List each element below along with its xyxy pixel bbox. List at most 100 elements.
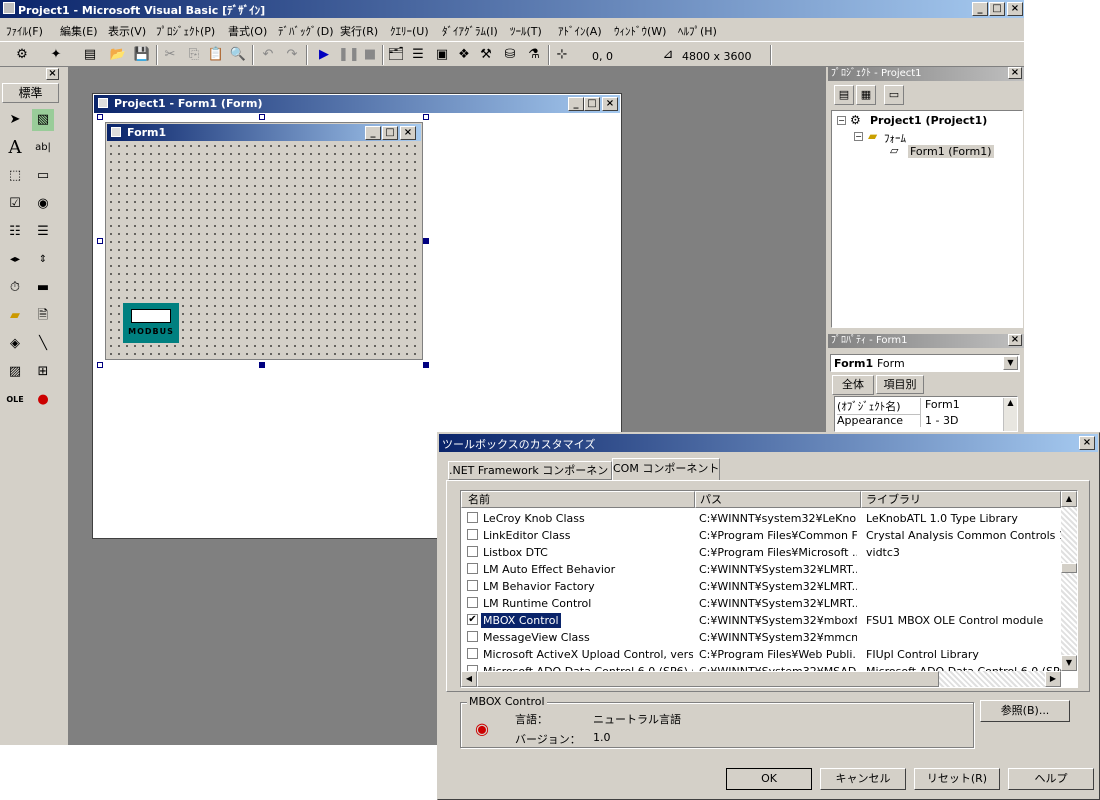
textbox-icon[interactable]: ab|: [32, 137, 54, 159]
list-item[interactable]: LeCroy Knob Class C:¥WINNT¥system32¥LeKn…: [461, 510, 1076, 527]
tab-dotnet-components[interactable]: .NET Framework コンポーネント: [448, 461, 619, 480]
tree-form1[interactable]: Form1 (Form1): [908, 145, 994, 158]
toolbox-tab-general[interactable]: 標準: [2, 83, 59, 103]
shape-icon[interactable]: ◈: [4, 333, 26, 355]
project-explorer-icon[interactable]: 🗂: [386, 45, 406, 65]
optionbutton-icon[interactable]: ◉: [32, 193, 54, 215]
property-value[interactable]: 1 - 3D: [925, 414, 958, 427]
add-form-icon[interactable]: ✦: [46, 45, 66, 65]
list-item[interactable]: LM Behavior Factory C:¥WINNT¥System32¥LM…: [461, 578, 1076, 595]
tree-project-root[interactable]: Project1 (Project1): [870, 114, 987, 127]
hscrollbar-icon[interactable]: ◂▸: [4, 249, 26, 271]
designer-maximize-icon[interactable]: □: [584, 97, 600, 111]
row-checkbox[interactable]: [467, 648, 478, 659]
list-item[interactable]: LM Auto Effect Behavior C:¥WINNT¥System3…: [461, 561, 1076, 578]
resize-handle[interactable]: [423, 114, 429, 120]
pause-icon[interactable]: ❚❚: [338, 45, 360, 65]
horizontal-scrollbar[interactable]: ◀ ▶: [461, 671, 1061, 687]
properties-window-icon[interactable]: ☰: [408, 45, 428, 65]
view-code-icon[interactable]: ▤: [834, 85, 854, 105]
row-checkbox[interactable]: [467, 512, 478, 523]
object-browser-icon[interactable]: ❖: [454, 45, 474, 65]
menu-window[interactable]: ｳｨﾝﾄﾞｳ(W): [614, 23, 666, 39]
row-checkbox[interactable]: [467, 529, 478, 540]
menu-run[interactable]: 実行(R): [340, 23, 378, 39]
filelistbox-icon[interactable]: 🗎: [32, 305, 54, 327]
menu-view[interactable]: 表示(V): [108, 23, 146, 39]
close-button[interactable]: ×: [1007, 2, 1023, 16]
menu-diagram[interactable]: ﾀﾞｲｱｸﾞﾗﾑ(I): [442, 23, 498, 39]
form-layout-icon[interactable]: ▣: [432, 45, 452, 65]
column-header-name[interactable]: 名前: [461, 491, 695, 508]
resize-handle[interactable]: [259, 114, 265, 120]
label-icon[interactable]: A: [4, 137, 26, 159]
help-button[interactable]: ヘルプ: [1008, 768, 1094, 790]
menu-query[interactable]: ｸｴﾘｰ(U): [390, 23, 429, 39]
scroll-up-icon[interactable]: ▲: [1061, 491, 1077, 507]
menu-debug[interactable]: ﾃﾞﾊﾞｯｸﾞ(D): [278, 23, 334, 39]
mbox-control-instance[interactable]: MODBUS: [123, 303, 179, 343]
cancel-button[interactable]: キャンセル: [820, 768, 906, 790]
menu-help[interactable]: ﾍﾙﾌﾟ(H): [678, 23, 717, 39]
find-icon[interactable]: 🔍: [228, 45, 248, 65]
scroll-left-icon[interactable]: ◀: [461, 671, 477, 687]
tab-com-components[interactable]: COM コンポーネント: [612, 458, 720, 481]
column-header-path[interactable]: パス: [695, 491, 861, 508]
tab-alphabetic[interactable]: 全体: [832, 375, 874, 395]
component-manager-icon[interactable]: ⚗: [524, 45, 544, 65]
checkbox-icon[interactable]: ☑: [4, 193, 26, 215]
toggle-folders-icon[interactable]: ▭: [884, 85, 904, 105]
toolbox-close-icon[interactable]: ×: [46, 68, 59, 80]
commandbutton-icon[interactable]: ▭: [32, 165, 54, 187]
row-checkbox-checked[interactable]: ✔: [467, 614, 478, 625]
resize-handle[interactable]: [423, 238, 429, 244]
hscroll-thumb[interactable]: [477, 671, 939, 687]
resize-handle[interactable]: [423, 362, 429, 368]
tab-categorized[interactable]: 項目別: [876, 375, 924, 394]
menu-format[interactable]: 書式(O): [228, 23, 267, 39]
frame-icon[interactable]: ⬚: [4, 165, 26, 187]
property-value[interactable]: Form1: [925, 398, 960, 411]
scroll-right-icon[interactable]: ▶: [1045, 671, 1061, 687]
vertical-scrollbar[interactable]: ▲ ▼: [1061, 491, 1077, 671]
save-icon[interactable]: 💾: [132, 45, 152, 65]
reset-button[interactable]: リセット(R): [914, 768, 1000, 790]
menu-addins[interactable]: ｱﾄﾞｲﾝ(A): [558, 23, 602, 39]
list-item[interactable]: MessageView Class C:¥WINNT¥System32¥mmcn…: [461, 629, 1076, 646]
form1[interactable]: Form1 _ □ × MODBUS: [105, 122, 423, 360]
vscrollbar-icon[interactable]: ⇕: [32, 249, 54, 271]
list-item-selected[interactable]: ✔ MBOX Control C:¥WINNT¥System32¥mboxf..…: [461, 612, 1076, 629]
view-object-icon[interactable]: ▦: [856, 85, 876, 105]
row-checkbox[interactable]: [467, 563, 478, 574]
combobox-icon[interactable]: ☷: [4, 221, 26, 243]
scroll-down-icon[interactable]: ▼: [1061, 655, 1077, 671]
row-checkbox[interactable]: [467, 580, 478, 591]
list-item[interactable]: LM Runtime Control C:¥WINNT¥System32¥LMR…: [461, 595, 1076, 612]
designer-minimize-icon[interactable]: _: [568, 97, 584, 111]
property-name[interactable]: Appearance: [837, 414, 921, 427]
mbox-control-icon[interactable]: ●: [32, 389, 54, 411]
toolbox-icon[interactable]: ⚒: [476, 45, 496, 65]
resize-handle[interactable]: [97, 114, 103, 120]
listbox-icon[interactable]: ☰: [32, 221, 54, 243]
line-icon[interactable]: ╲: [32, 333, 54, 355]
menu-project[interactable]: ﾌﾟﾛｼﾞｪｸﾄ(P): [156, 23, 215, 39]
list-item[interactable]: Listbox DTC C:¥Program Files¥Microsoft .…: [461, 544, 1076, 561]
drivelistbox-icon[interactable]: ▬: [32, 277, 54, 299]
redo-icon[interactable]: ↷: [282, 45, 302, 65]
start-icon[interactable]: ▶: [314, 45, 334, 65]
list-item[interactable]: Microsoft ActiveX Upload Control, versi.…: [461, 646, 1076, 663]
project-explorer-titlebar[interactable]: ﾌﾟﾛｼﾞｪｸﾄ - Project1: [828, 67, 1024, 81]
open-icon[interactable]: 📂: [108, 45, 128, 65]
column-header-library[interactable]: ライブラリ: [861, 491, 1061, 508]
row-checkbox[interactable]: [467, 631, 478, 642]
browse-button[interactable]: 参照(B)...: [980, 700, 1070, 722]
property-name[interactable]: (ｵﾌﾞｼﾞｪｸﾄ名): [837, 398, 921, 415]
resize-handle[interactable]: [97, 362, 103, 368]
menu-file[interactable]: ﾌｧｲﾙ(F): [6, 23, 43, 39]
project-explorer-close-icon[interactable]: ×: [1008, 67, 1022, 79]
chevron-down-icon[interactable]: ▼: [1003, 356, 1018, 370]
stop-icon[interactable]: ■: [360, 45, 380, 65]
data-icon[interactable]: ⊞: [32, 361, 54, 383]
designer-close-icon[interactable]: ×: [602, 97, 618, 111]
